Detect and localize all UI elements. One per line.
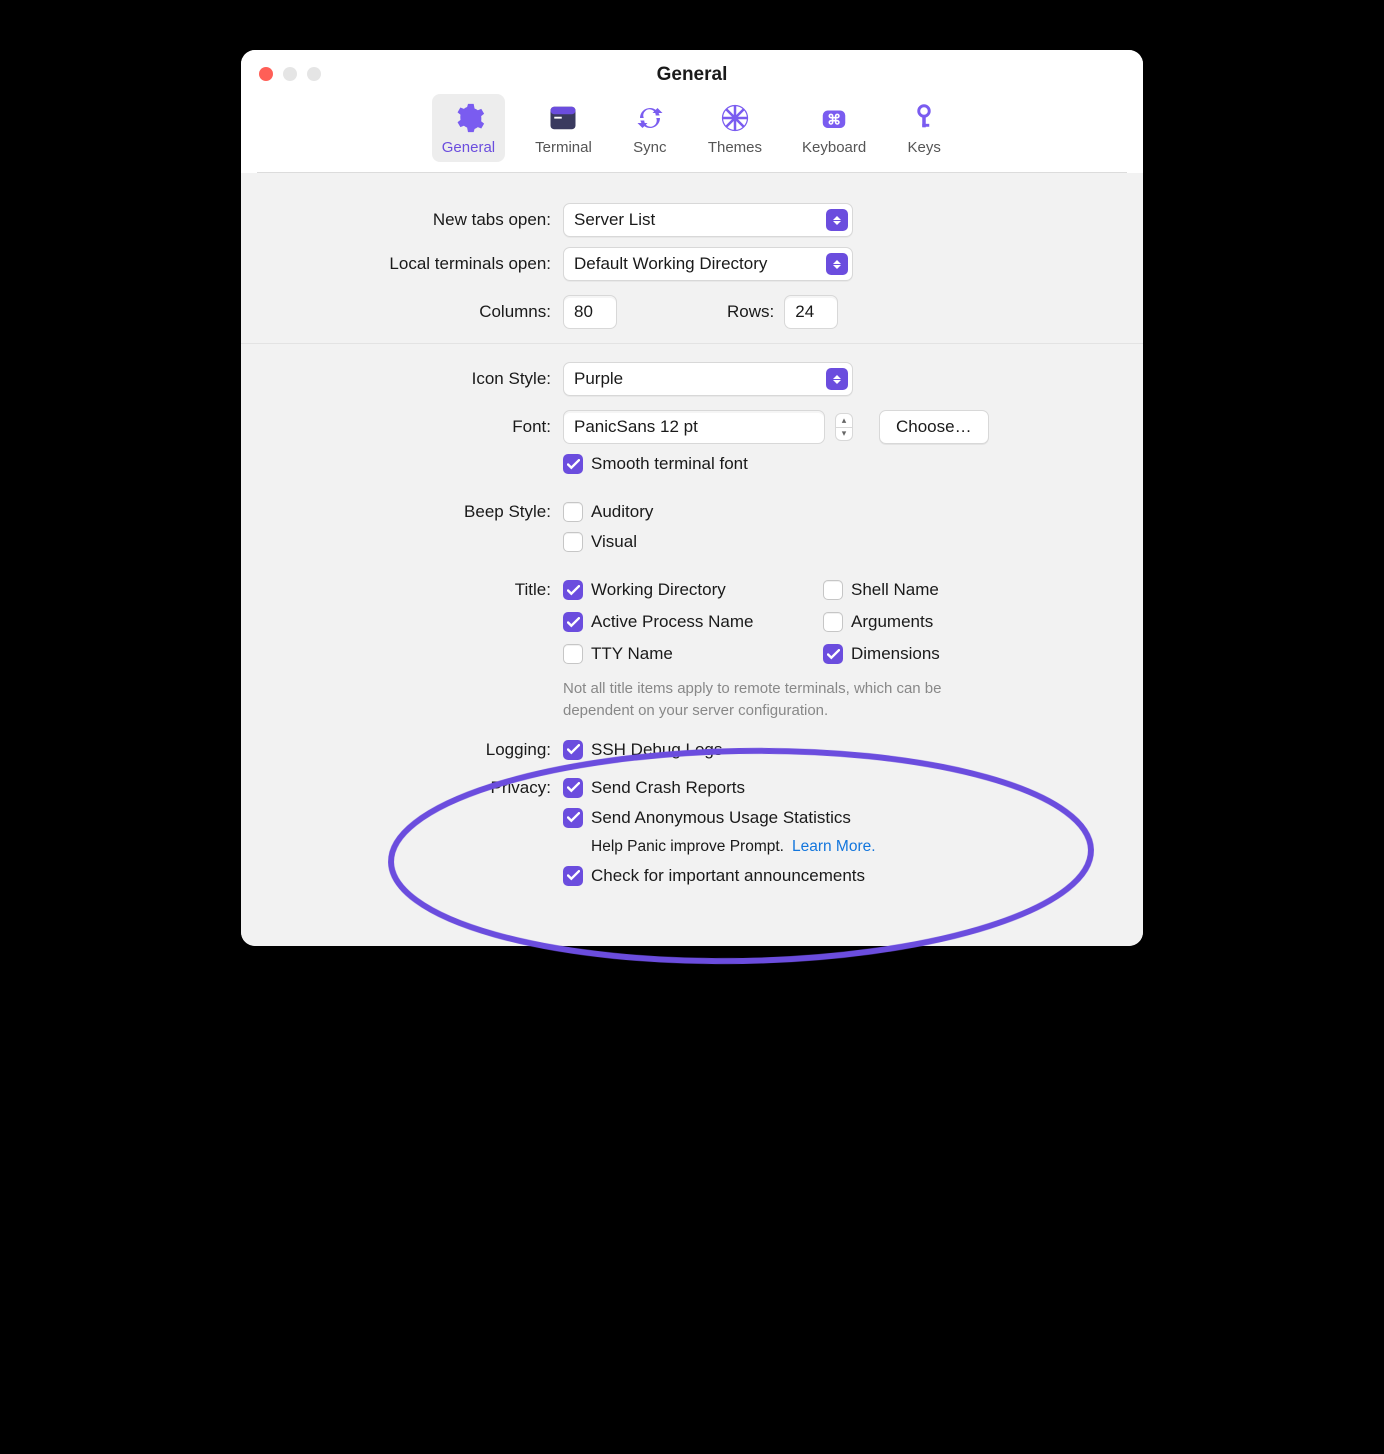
visual-label: Visual — [591, 532, 637, 552]
preferences-window: General General Terminal Sync — [241, 50, 1143, 946]
local-terminals-label: Local terminals open: — [241, 254, 551, 274]
local-terminals-value: Default Working Directory — [574, 254, 818, 274]
tab-sync[interactable]: Sync — [622, 94, 678, 162]
shell-name-checkbox[interactable]: Shell Name — [823, 580, 940, 600]
terminal-icon — [545, 100, 581, 136]
visual-checkbox[interactable]: Visual — [563, 532, 637, 552]
themes-icon — [717, 100, 753, 136]
window-title: General — [257, 62, 1127, 86]
stepper-up-icon: ▴ — [836, 414, 852, 428]
minimize-window-button[interactable] — [283, 67, 297, 81]
arguments-checkbox[interactable]: Arguments — [823, 612, 940, 632]
zoom-window-button[interactable] — [307, 67, 321, 81]
svg-text:⌘: ⌘ — [827, 112, 841, 127]
active-process-checkbox[interactable]: Active Process Name — [563, 612, 823, 632]
font-size-stepper[interactable]: ▴▾ — [835, 413, 853, 441]
gear-icon — [450, 100, 486, 136]
privacy-label: Privacy: — [241, 778, 551, 798]
new-tabs-value: Server List — [574, 210, 818, 230]
keyboard-icon: ⌘ — [816, 100, 852, 136]
tab-themes[interactable]: Themes — [698, 94, 772, 162]
send-anon-checkbox[interactable]: Send Anonymous Usage Statistics — [563, 808, 851, 828]
rows-label: Rows: — [727, 302, 774, 322]
title-label: Title: — [241, 580, 551, 600]
local-terminals-select[interactable]: Default Working Directory — [563, 247, 853, 281]
columns-input[interactable]: 80 — [563, 295, 617, 329]
annotation-circle — [351, 736, 1131, 976]
font-input[interactable]: PanicSans 12 pt — [563, 410, 825, 444]
checkmark-icon — [563, 740, 583, 760]
titlebar: General General Terminal Sync — [241, 50, 1143, 173]
rows-input[interactable]: 24 — [784, 295, 838, 329]
dimensions-checkbox[interactable]: Dimensions — [823, 644, 940, 664]
stepper-down-icon: ▾ — [836, 428, 852, 441]
chevron-up-down-icon — [826, 368, 848, 390]
icon-style-value: Purple — [574, 369, 818, 389]
tab-sync-label: Sync — [633, 139, 666, 156]
new-tabs-label: New tabs open: — [241, 210, 551, 230]
chevron-up-down-icon — [826, 209, 848, 231]
learn-more-link[interactable]: Learn More. — [792, 838, 876, 856]
checkmark-icon — [563, 580, 583, 600]
close-window-button[interactable] — [259, 67, 273, 81]
tab-keys-label: Keys — [908, 139, 941, 156]
tab-keyboard[interactable]: ⌘ Keyboard — [792, 94, 876, 162]
auditory-label: Auditory — [591, 502, 653, 522]
title-note: Not all title items apply to remote term… — [563, 678, 993, 722]
columns-label: Columns: — [241, 302, 551, 322]
tab-keys[interactable]: Keys — [896, 94, 952, 162]
key-icon — [906, 100, 942, 136]
help-panic-text: Help Panic improve Prompt. — [591, 838, 784, 856]
smooth-font-checkbox[interactable]: Smooth terminal font — [563, 454, 748, 474]
checkmark-icon — [563, 454, 583, 474]
tab-terminal-label: Terminal — [535, 139, 592, 156]
window-controls — [259, 67, 321, 81]
new-tabs-select[interactable]: Server List — [563, 203, 853, 237]
font-label: Font: — [241, 417, 551, 437]
beep-style-label: Beep Style: — [241, 502, 551, 522]
tab-themes-label: Themes — [708, 139, 762, 156]
tab-general[interactable]: General — [432, 94, 505, 162]
tty-name-checkbox[interactable]: TTY Name — [563, 644, 823, 664]
icon-style-label: Icon Style: — [241, 369, 551, 389]
working-directory-checkbox[interactable]: Working Directory — [563, 580, 823, 600]
ssh-debug-checkbox[interactable]: SSH Debug Logs — [563, 740, 722, 760]
choose-font-button[interactable]: Choose… — [879, 410, 989, 444]
logging-label: Logging: — [241, 740, 551, 760]
chevron-up-down-icon — [826, 253, 848, 275]
sync-icon — [632, 100, 668, 136]
icon-style-select[interactable]: Purple — [563, 362, 853, 396]
checkmark-icon — [563, 808, 583, 828]
tab-terminal[interactable]: Terminal — [525, 94, 602, 162]
smooth-font-label: Smooth terminal font — [591, 454, 748, 474]
check-announcements-checkbox[interactable]: Check for important announcements — [563, 866, 865, 886]
checkmark-icon — [563, 866, 583, 886]
tab-general-label: General — [442, 139, 495, 156]
tab-keyboard-label: Keyboard — [802, 139, 866, 156]
send-crash-checkbox[interactable]: Send Crash Reports — [563, 778, 745, 798]
auditory-checkbox[interactable]: Auditory — [563, 502, 653, 522]
checkmark-icon — [563, 778, 583, 798]
checkmark-icon — [563, 612, 583, 632]
content-area: New tabs open: Server List Local termina… — [241, 173, 1143, 946]
checkmark-icon — [823, 644, 843, 664]
separator — [241, 343, 1143, 344]
preferences-toolbar: General Terminal Sync Themes — [257, 94, 1127, 173]
